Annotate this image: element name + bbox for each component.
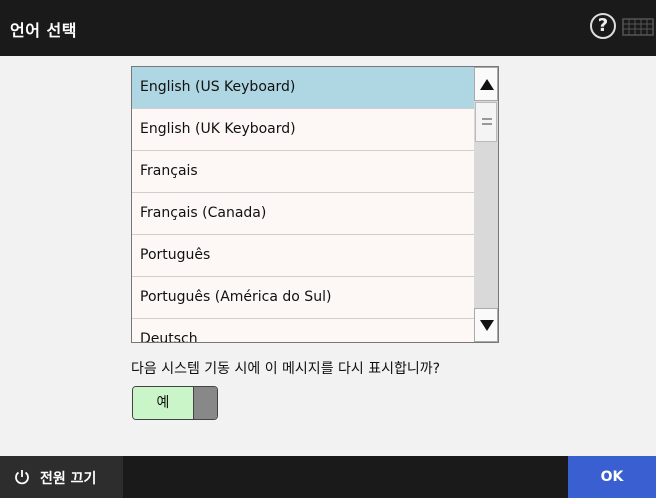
language-list-scrollbar[interactable] (474, 67, 498, 342)
language-list: English (US Keyboard) English (UK Keyboa… (131, 66, 499, 343)
language-item-portugues[interactable]: Português (132, 235, 474, 277)
toggle-knob[interactable] (193, 387, 217, 419)
language-item-english-uk[interactable]: English (UK Keyboard) (132, 109, 474, 151)
grip-line-icon (482, 123, 492, 125)
help-icon[interactable]: ? (590, 13, 616, 39)
language-item-francais-canada[interactable]: Français (Canada) (132, 193, 474, 235)
page-title: 언어 선택 (10, 21, 77, 40)
language-item-english-us[interactable]: English (US Keyboard) (132, 67, 474, 109)
startup-prompt-label: 다음 시스템 기동 시에 이 메시지를 다시 표시합니까? (131, 361, 441, 377)
grip-line-icon (482, 118, 492, 120)
scroll-thumb[interactable] (475, 102, 497, 142)
scroll-up-button[interactable] (474, 67, 498, 101)
language-list-items: English (US Keyboard) English (UK Keyboa… (132, 67, 474, 342)
show-on-startup-toggle[interactable]: 예 (132, 386, 218, 420)
language-item-deutsch[interactable]: Deutsch (132, 319, 474, 342)
toggle-value: 예 (133, 387, 193, 419)
language-item-portugues-america-do-sul[interactable]: Português (América do Sul) (132, 277, 474, 319)
title-bar: 언어 선택 ? (0, 0, 656, 56)
ok-button[interactable]: OK (568, 456, 656, 498)
triangle-up-icon (480, 79, 494, 90)
scroll-down-button[interactable] (474, 308, 498, 342)
triangle-down-icon (480, 320, 494, 331)
power-icon (15, 470, 29, 485)
language-item-francais[interactable]: Français (132, 151, 474, 193)
keyboard-icon[interactable] (622, 17, 654, 37)
power-off-button[interactable]: 전원 끄기 (0, 456, 123, 498)
power-off-label: 전원 끄기 (40, 471, 97, 487)
footer-bar: 전원 끄기 OK (0, 456, 656, 498)
